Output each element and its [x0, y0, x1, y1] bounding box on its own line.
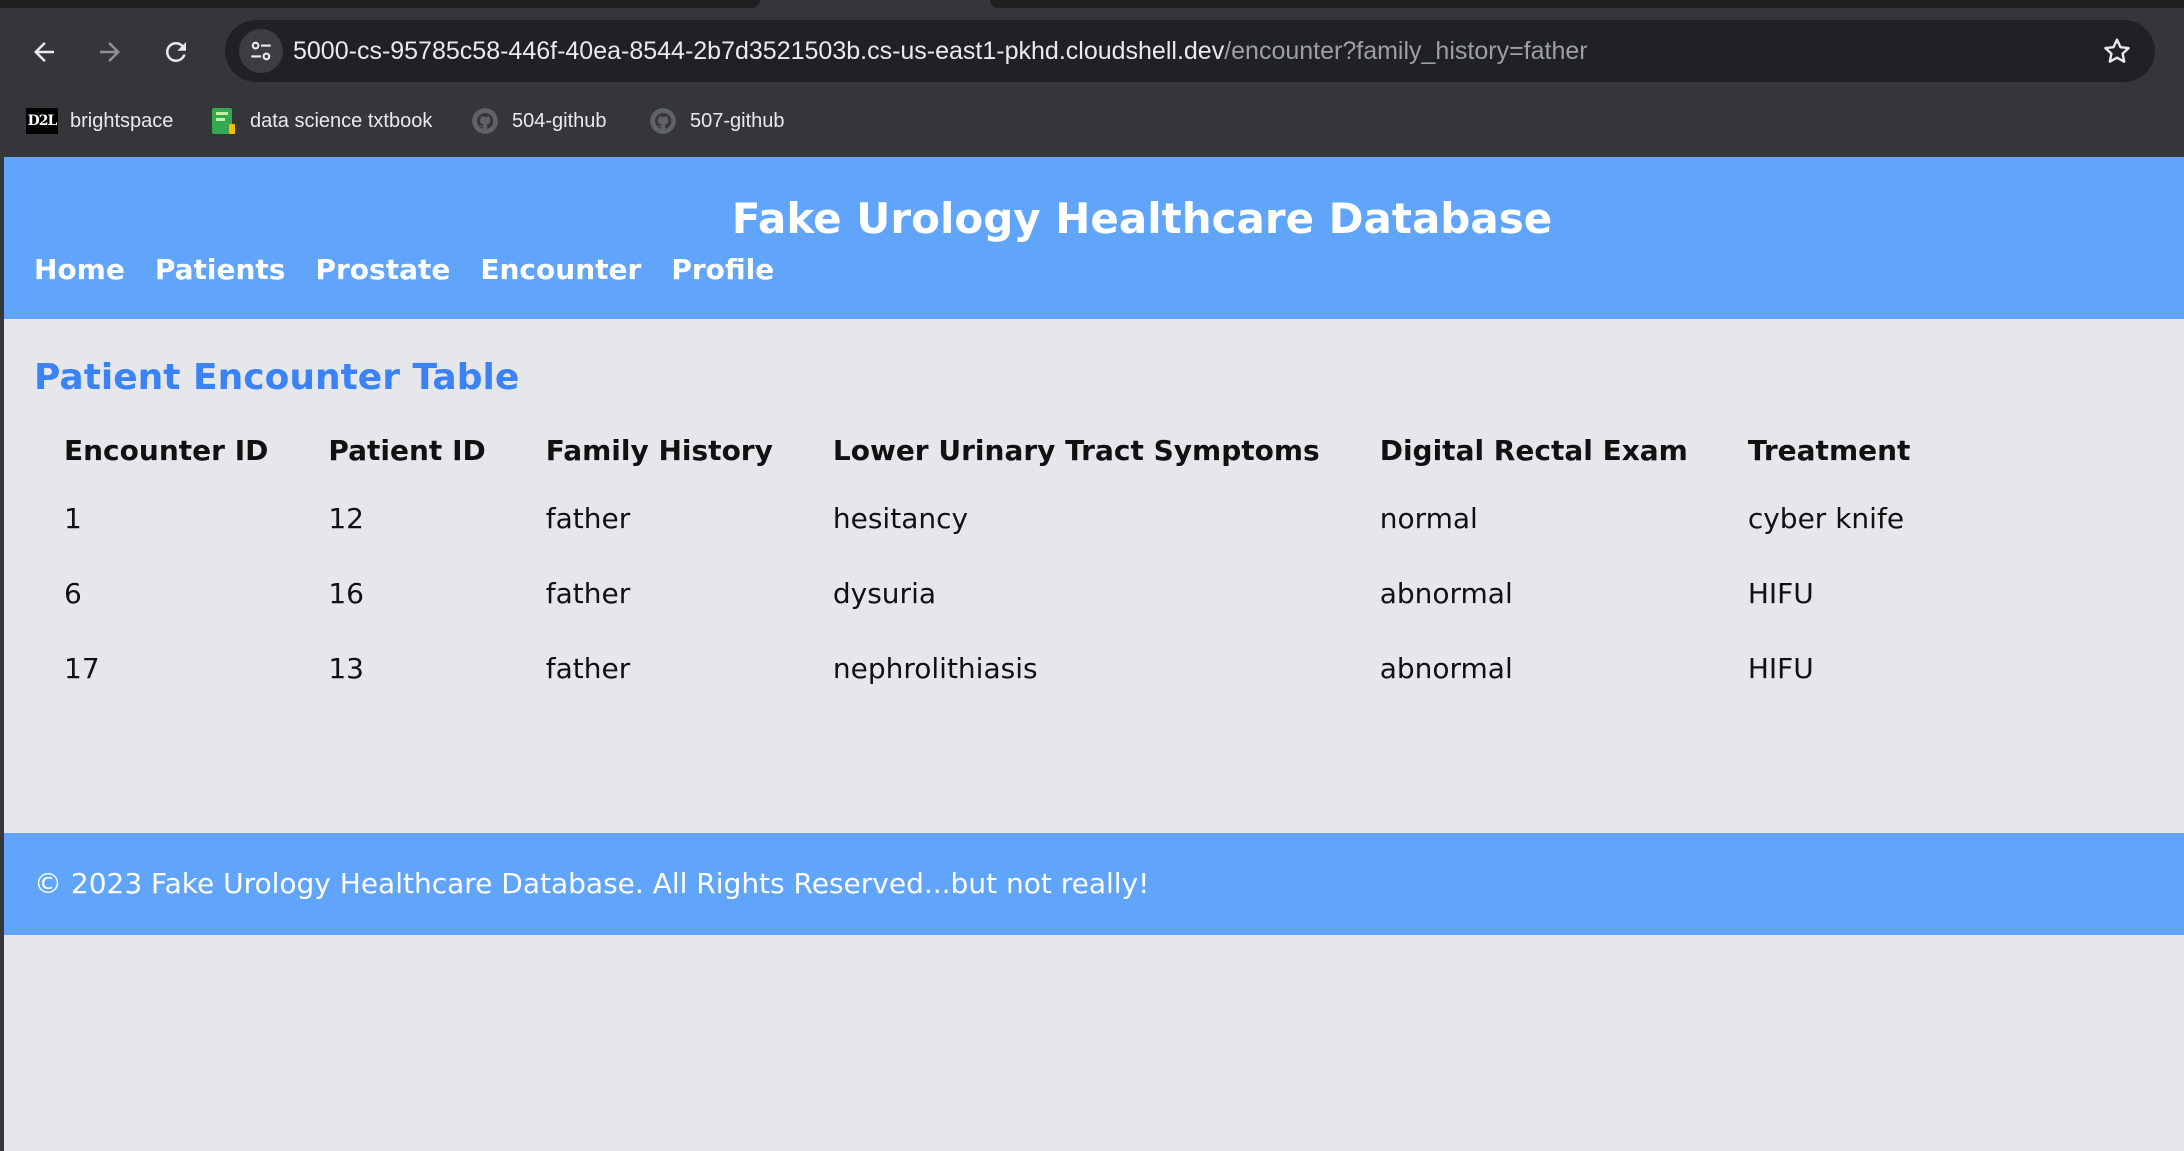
- column-header-family-history: Family History: [545, 433, 773, 467]
- url-path: /encounter?family_history=father: [1224, 37, 1588, 65]
- cell-dre: abnormal: [1379, 577, 1513, 610]
- bookmark-star-icon[interactable]: [2101, 35, 2133, 67]
- cell-dre: abnormal: [1379, 652, 1513, 685]
- cell-treatment: HIFU: [1747, 577, 1814, 610]
- github-icon: [470, 106, 500, 136]
- encounter-table: Encounter ID Patient ID Family History L…: [34, 419, 1940, 706]
- bookmark-label: 504-github: [512, 109, 607, 132]
- table-row: 17 13 father nephrolithiasis abnormal HI…: [34, 631, 1940, 706]
- page: Fake Urology Healthcare Database Home Pa…: [4, 157, 2184, 1151]
- cell-family-history: father: [545, 502, 631, 535]
- tune-icon: [251, 41, 271, 61]
- d2l-icon: D2L: [26, 108, 58, 134]
- nav-link-profile[interactable]: Profile: [671, 252, 774, 288]
- cell-dre: normal: [1379, 502, 1478, 535]
- main-nav: Home Patients Prostate Encounter Profile: [34, 252, 774, 288]
- cell-treatment: HIFU: [1747, 652, 1814, 685]
- tab-strip-left: [0, 0, 760, 8]
- site-title: Fake Urology Healthcare Database: [731, 194, 1553, 243]
- cell-family-history: father: [545, 652, 631, 685]
- column-header-luts: Lower Urinary Tract Symptoms: [832, 433, 1320, 467]
- nav-link-prostate[interactable]: Prostate: [315, 252, 450, 288]
- site-info-button[interactable]: [239, 29, 283, 73]
- bookmark-label: 507-github: [690, 109, 785, 132]
- column-header-dre: Digital Rectal Exam: [1379, 433, 1688, 467]
- bookmark-data-science-txtbook[interactable]: data science txtbook: [208, 100, 432, 142]
- nav-link-encounter[interactable]: Encounter: [480, 252, 641, 288]
- footer-copyright: © 2023 Fake Urology Healthcare Database.…: [34, 867, 1150, 900]
- reload-icon: [165, 41, 186, 62]
- bookmark-507-github[interactable]: 507-github: [648, 100, 785, 142]
- browser-chrome: 5000-cs-95785c58-446f-40ea-8544-2b7d3521…: [0, 0, 2184, 157]
- site-header: Fake Urology Healthcare Database Home Pa…: [4, 157, 2184, 319]
- nav-link-patients[interactable]: Patients: [155, 252, 286, 288]
- url-host: 5000-cs-95785c58-446f-40ea-8544-2b7d3521…: [293, 37, 1225, 65]
- cell-luts: nephrolithiasis: [832, 652, 1038, 685]
- cell-encounter-id: 1: [64, 502, 82, 535]
- cell-treatment: cyber knife: [1747, 502, 1905, 535]
- arrow-left-icon: [34, 42, 54, 62]
- back-button[interactable]: [18, 26, 70, 78]
- address-bar[interactable]: 5000-cs-95785c58-446f-40ea-8544-2b7d3521…: [225, 20, 2155, 82]
- column-header-treatment: Treatment: [1747, 433, 1911, 467]
- cell-encounter-id: 17: [64, 652, 100, 685]
- cell-luts: dysuria: [832, 577, 937, 610]
- column-header-encounter-id: Encounter ID: [64, 433, 269, 467]
- cell-patient-id: 16: [328, 577, 364, 610]
- cell-patient-id: 13: [328, 652, 364, 685]
- site-footer: © 2023 Fake Urology Healthcare Database.…: [4, 833, 2184, 935]
- arrow-right-icon: [100, 42, 120, 62]
- forward-button[interactable]: [84, 26, 136, 78]
- book-icon: [208, 106, 238, 136]
- reload-button[interactable]: [150, 26, 202, 78]
- cell-family-history: father: [545, 577, 631, 610]
- table-row: 1 12 father hesitancy normal cyber knife: [34, 481, 1940, 556]
- tab-strip-right: [990, 0, 2184, 8]
- nav-link-home[interactable]: Home: [34, 252, 125, 288]
- cell-encounter-id: 6: [64, 577, 82, 610]
- bookmark-label: brightspace: [70, 109, 174, 132]
- github-icon: [648, 106, 678, 136]
- cell-patient-id: 12: [328, 502, 364, 535]
- bookmark-504-github[interactable]: 504-github: [470, 100, 607, 142]
- table-row: 6 16 father dysuria abnormal HIFU: [34, 556, 1940, 631]
- table-header-row: Encounter ID Patient ID Family History L…: [34, 419, 1940, 481]
- column-header-patient-id: Patient ID: [328, 433, 486, 467]
- url-text[interactable]: 5000-cs-95785c58-446f-40ea-8544-2b7d3521…: [293, 35, 1588, 67]
- bookmark-brightspace[interactable]: D2L brightspace: [26, 100, 173, 142]
- bookmarks-bar: D2L brightspace data science txtbook 504…: [0, 100, 2184, 142]
- page-heading: Patient Encounter Table: [34, 357, 520, 398]
- cell-luts: hesitancy: [832, 502, 969, 535]
- bookmark-label: data science txtbook: [250, 109, 433, 132]
